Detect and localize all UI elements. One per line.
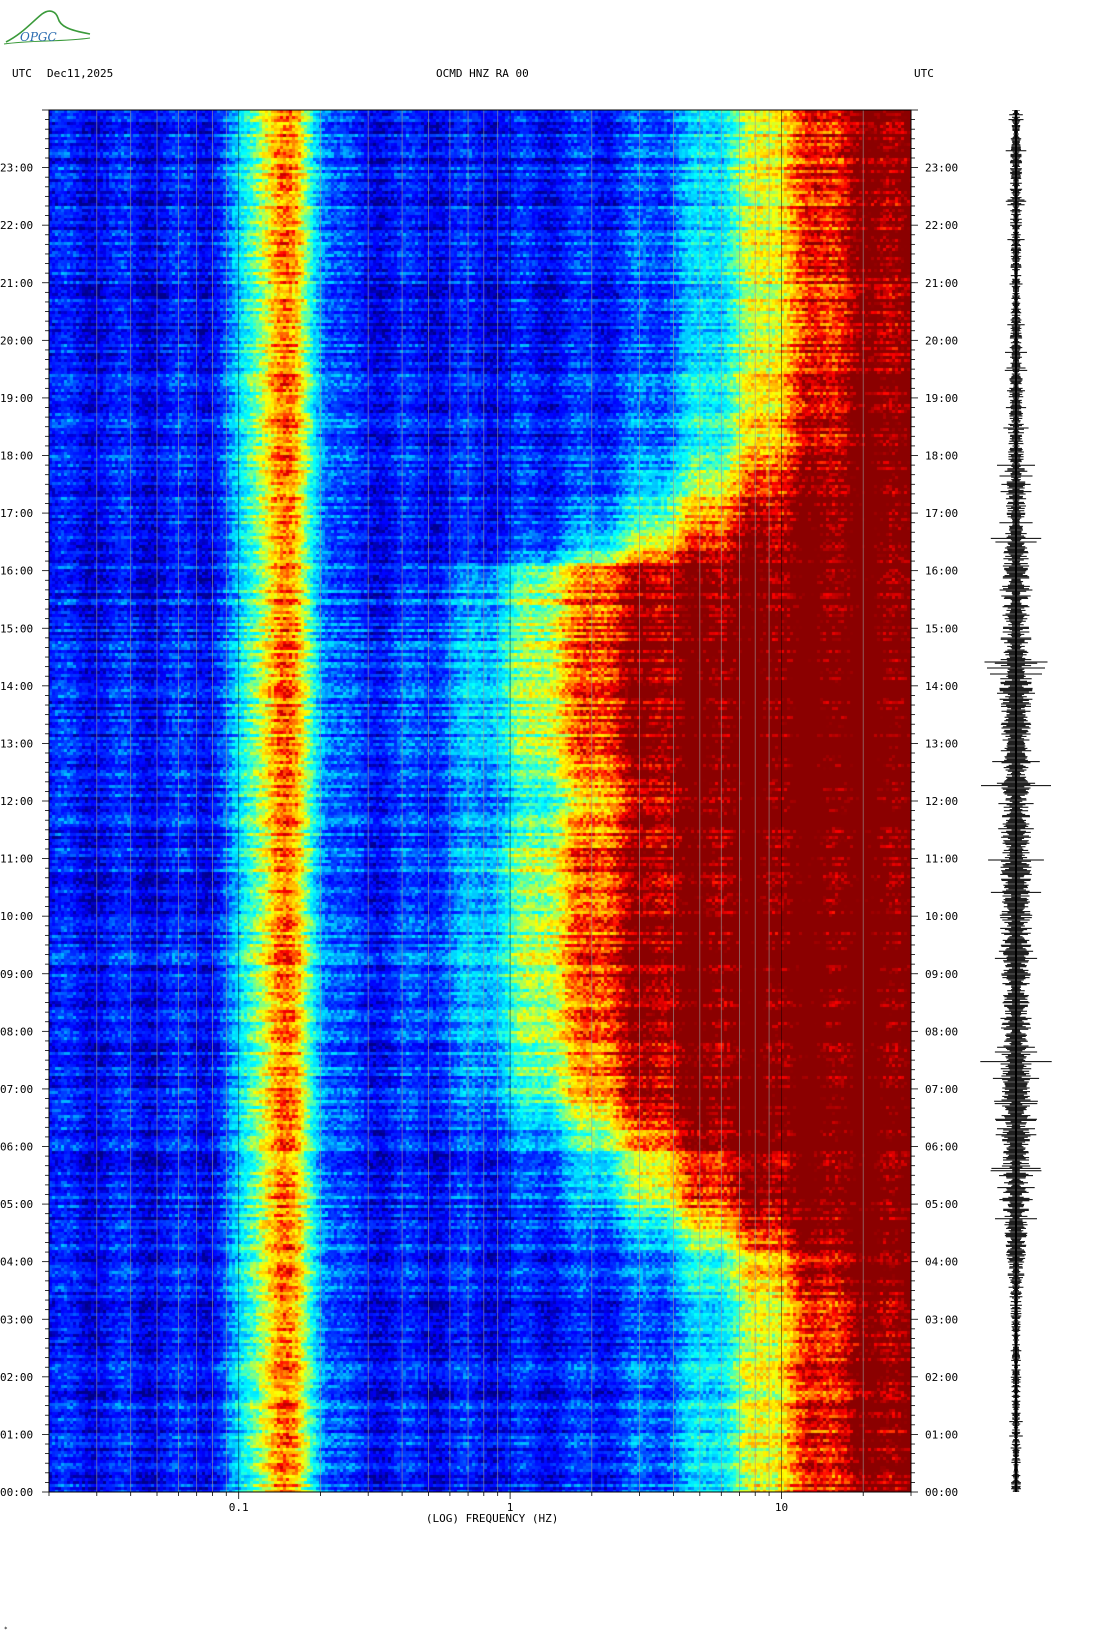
y-tick-label-left: 13:00 xyxy=(0,737,33,750)
y-tick-label-left: 10:00 xyxy=(0,910,33,923)
y-tick-label-left: 09:00 xyxy=(0,968,33,981)
y-tick-label-left: 18:00 xyxy=(0,450,33,463)
y-tick-label-right: 14:00 xyxy=(925,680,958,693)
y-tick-label-right: 19:00 xyxy=(925,392,958,405)
y-tick-label-left: 21:00 xyxy=(0,277,33,290)
y-tick-label-right: 07:00 xyxy=(925,1083,958,1096)
x-tick-label: 10 xyxy=(775,1501,788,1514)
y-tick-label-right: 16:00 xyxy=(925,565,958,578)
y-tick-label-right: 01:00 xyxy=(925,1428,958,1441)
y-tick-label-right: 03:00 xyxy=(925,1313,958,1326)
y-tick-label-left: 15:00 xyxy=(0,622,33,635)
y-tick-label-left: 06:00 xyxy=(0,1141,33,1154)
y-tick-label-right: 15:00 xyxy=(925,622,958,635)
y-tick-label-right: 10:00 xyxy=(925,910,958,923)
y-tick-label-left: 02:00 xyxy=(0,1371,33,1384)
y-tick-label-right: 18:00 xyxy=(925,450,958,463)
y-tick-label-left: 17:00 xyxy=(0,507,33,520)
y-tick-label-right: 04:00 xyxy=(925,1256,958,1269)
y-tick-label-right: 23:00 xyxy=(925,162,958,175)
y-tick-label-right: 09:00 xyxy=(925,968,958,981)
y-tick-label-right: 21:00 xyxy=(925,277,958,290)
y-tick-label-left: 01:00 xyxy=(0,1428,33,1441)
y-tick-label-left: 00:00 xyxy=(0,1486,33,1499)
y-tick-label-right: 05:00 xyxy=(925,1198,958,1211)
y-tick-label-left: 04:00 xyxy=(0,1256,33,1269)
y-tick-label-right: 00:00 xyxy=(925,1486,958,1499)
spectrogram-axes: 00:00 00:00 01:00 01:00 02:00 02:00 03:00 03:00… xyxy=(0,109,958,1525)
y-tick-label-left: 23:00 xyxy=(0,162,33,175)
footer-mark: * xyxy=(4,1626,8,1633)
x-axis-label: (LOG) FREQUENCY (HZ) xyxy=(426,1512,558,1525)
y-tick-label-right: 17:00 xyxy=(925,507,958,520)
y-tick-label-left: 12:00 xyxy=(0,795,33,808)
y-tick-label-right: 02:00 xyxy=(925,1371,958,1384)
y-tick-label-left: 05:00 xyxy=(0,1198,33,1211)
y-tick-label-right: 06:00 xyxy=(925,1141,958,1154)
y-tick-label-right: 13:00 xyxy=(925,737,958,750)
y-tick-label-left: 19:00 xyxy=(0,392,33,405)
y-tick-label-right: 22:00 xyxy=(925,219,958,232)
x-tick-label: 0.1 xyxy=(229,1501,249,1514)
y-tick-label-left: 03:00 xyxy=(0,1313,33,1326)
y-tick-label-left: 07:00 xyxy=(0,1083,33,1096)
y-tick-label-left: 16:00 xyxy=(0,565,33,578)
y-tick-label-right: 08:00 xyxy=(925,1025,958,1038)
y-tick-label-left: 22:00 xyxy=(0,219,33,232)
y-tick-label-left: 11:00 xyxy=(0,853,33,866)
y-tick-label-right: 11:00 xyxy=(925,853,958,866)
y-tick-label-left: 08:00 xyxy=(0,1025,33,1038)
y-tick-label-left: 20:00 xyxy=(0,334,33,347)
y-tick-label-right: 12:00 xyxy=(925,795,958,808)
y-tick-label-right: 20:00 xyxy=(925,334,958,347)
seismogram-trace xyxy=(980,110,1052,1492)
y-tick-label-left: 14:00 xyxy=(0,680,33,693)
